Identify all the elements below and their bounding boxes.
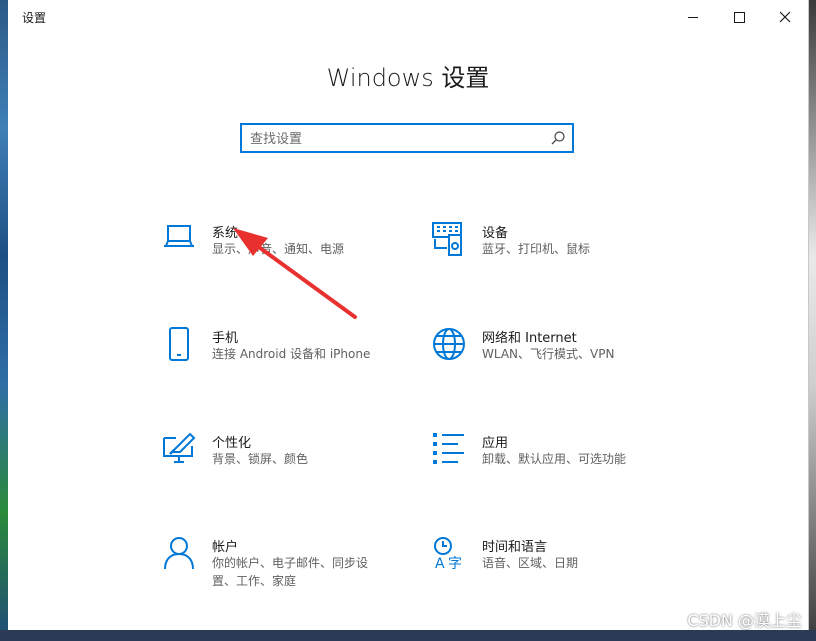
settings-window: 设置 Windows 设置 系统 显示、声音、通知、电源 [8,0,809,630]
close-icon [779,11,791,23]
tile-accounts-desc: 你的帐户、电子邮件、同步设置、工作、家庭 [212,556,369,588]
tile-phone-desc: 连接 Android 设备和 iPhone [212,347,371,361]
tile-apps-name: 应用 [482,436,509,451]
tile-phone[interactable]: 手机 连接 Android 设备和 iPhone [162,327,412,387]
tile-personalization[interactable]: 个性化 背景、锁屏、颜色 [162,432,412,492]
paint-monitor-icon [163,432,196,463]
laptop-icon [164,225,194,247]
tile-network-desc: WLAN、飞行模式、VPN [482,347,615,361]
tile-accounts-name: 帐户 [212,540,239,555]
maximize-icon [733,11,745,23]
tile-devices-desc: 蓝牙、打印机、鼠标 [482,242,591,256]
maximize-button[interactable] [716,0,762,34]
tile-personalization-desc: 背景、锁屏、颜色 [212,452,309,466]
title-bar[interactable]: 设置 [8,0,808,34]
phone-icon [169,327,189,361]
minimize-icon [688,16,698,18]
close-button[interactable] [762,0,808,34]
keyboard-device-icon [432,222,462,256]
window-title: 设置 [22,11,47,25]
page-title: Windows 设置 [326,64,490,92]
search-input[interactable] [248,128,542,150]
language-icon: A 字 [434,537,462,570]
tile-accounts[interactable]: 帐户 你的帐户、电子邮件、同步设置、工作、家庭 [162,536,412,596]
apps-list-icon [433,433,464,464]
svg-text:字: 字 [448,556,462,570]
annotation-arrow [233,228,357,319]
watermark: CSDN @漠上尘 [687,611,802,630]
tile-network[interactable]: 网络和 Internet WLAN、飞行模式、VPN [432,327,682,387]
search-box[interactable] [240,123,574,153]
desktop-right-edge [808,0,816,641]
tile-apps-desc: 卸载、默认应用、可选功能 [482,452,627,466]
globe-icon [433,328,465,360]
person-icon [164,537,194,570]
tile-time-language-desc: 语音、区域、日期 [482,556,579,570]
svg-text:A: A [435,556,445,570]
tile-apps[interactable]: 应用 卸载、默认应用、可选功能 [432,432,682,492]
tile-devices-name: 设备 [482,226,509,241]
desktop-bottom-edge [0,630,816,641]
tile-network-name: 网络和 Internet [482,331,577,346]
tile-phone-name: 手机 [212,331,239,346]
tile-personalization-name: 个性化 [212,436,252,451]
tile-devices[interactable]: 设备 蓝牙、打印机、鼠标 [432,222,682,282]
tile-time-language-name: 时间和语言 [482,540,548,555]
search-icon[interactable] [550,130,566,146]
minimize-button[interactable] [670,0,716,34]
tile-time-language[interactable]: A 字 时间和语言 语音、区域、日期 [432,536,682,596]
